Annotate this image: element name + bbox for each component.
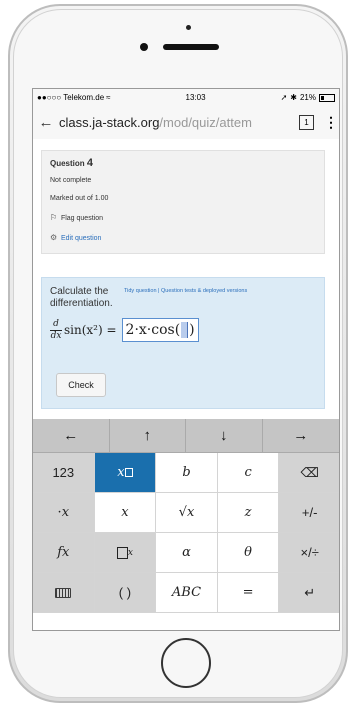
clock: 13:03 (185, 93, 206, 102)
question-label: Question (50, 159, 85, 168)
bluetooth-icon: ✱ (290, 93, 297, 102)
key-b[interactable]: b (156, 453, 218, 493)
url-host: class.ja-stack.org (59, 115, 160, 130)
key-c-label: c (244, 465, 252, 480)
key-functions[interactable]: fx (33, 533, 95, 573)
keyboard-icon[interactable] (33, 573, 95, 613)
front-camera (140, 43, 148, 51)
arrow-up-key[interactable]: ↑ (110, 419, 186, 452)
derivative-fraction: d dx (50, 318, 62, 341)
edit-question-link[interactable]: ⚙ Edit question (50, 233, 316, 242)
answer-close-paren: ) (189, 322, 195, 338)
page-content: Question 4 Not complete Marked out of 1.… (33, 139, 339, 415)
key-sqrt-label: √x (178, 505, 195, 520)
answer-text: 2·x·cos( (125, 322, 181, 338)
arrow-right-key[interactable]: → (263, 419, 340, 452)
text-cursor (181, 322, 189, 338)
proximity-sensor (186, 25, 191, 30)
key-power[interactable]: x (94, 453, 157, 493)
back-arrow-icon[interactable]: ← (33, 114, 59, 131)
key-x[interactable]: x (94, 493, 157, 533)
key-b-label: b (182, 465, 191, 480)
key-theta[interactable]: θ (217, 533, 280, 573)
menu-dots-icon[interactable]: ⋮ (323, 114, 339, 131)
flag-question-link[interactable]: ⚐ Flag question (50, 213, 316, 222)
derivative-denominator: dx (50, 330, 62, 341)
wifi-icon: ≈ (106, 93, 111, 102)
home-button[interactable] (161, 638, 211, 688)
answer-input[interactable]: 2·x·cos() (121, 318, 199, 342)
question-grade: Marked out of 1.00 (50, 195, 109, 202)
address-bar[interactable]: class.ja-stack.org/mod/quiz/attem (59, 115, 293, 130)
key-c[interactable]: c (217, 453, 280, 493)
location-icon: ➚ (280, 93, 288, 102)
key-letters[interactable]: ABC (156, 573, 218, 613)
key-sqrt[interactable]: √x (156, 493, 218, 533)
key-subscript[interactable]: x (94, 533, 157, 573)
derivative-numerator: d (53, 318, 59, 329)
flag-icon: ⚐ (50, 213, 58, 222)
key-z-label: z (244, 505, 252, 520)
question-status: Not complete (50, 177, 92, 184)
key-plus-minus[interactable]: +/- (279, 493, 339, 533)
battery-icon (319, 93, 335, 102)
earpiece-speaker (163, 44, 219, 50)
tidy-question-links[interactable]: Tidy question | Question tests & deploye… (124, 286, 247, 294)
gear-icon: ⚙ (50, 233, 58, 242)
edit-question-label: Edit question (60, 235, 102, 242)
flag-question-label: Flag question (60, 215, 103, 222)
equation: d dx sin(x²) = 2·x·cos() (50, 318, 316, 342)
key-letters-label: ABC (171, 585, 202, 600)
carrier-label: ●●○○○ Telekom.de (37, 93, 105, 102)
browser-toolbar: ← class.ja-stack.org/mod/quiz/attem 1 ⋮ (33, 106, 339, 140)
key-alpha-label: α (182, 545, 191, 560)
enter-icon[interactable]: ↵ (279, 573, 339, 613)
key-z[interactable]: z (217, 493, 280, 533)
url-path: /mod/quiz/attem (159, 115, 252, 130)
tab-switcher-button[interactable]: 1 (299, 115, 314, 130)
backspace-icon[interactable]: ⌫ (279, 453, 339, 493)
question-number: 4 (86, 157, 94, 169)
key-functions-label: fx (57, 545, 70, 560)
key-x-label: x (121, 505, 129, 520)
question-prompt: Calculate the differentiation. (50, 286, 113, 309)
check-button[interactable]: Check (56, 373, 106, 397)
key-times-divide[interactable]: ×/÷ (279, 533, 339, 573)
arrow-down-key[interactable]: ↓ (186, 419, 263, 452)
key-parentheses[interactable]: ( ) (94, 573, 157, 613)
question-formulation: Calculate the differentiation. Tidy ques… (41, 277, 325, 409)
question-title: Question 4 (50, 157, 316, 169)
key-alpha[interactable]: α (156, 533, 218, 573)
arrow-left-key[interactable]: ← (33, 419, 110, 452)
expression-text: sin(x²) = (64, 323, 117, 337)
question-info-panel: Question 4 Not complete Marked out of 1.… (41, 150, 325, 254)
status-bar: ●●○○○ Telekom.de ≈ 13:03 ➚ ✱ 21% (33, 89, 339, 106)
key-theta-label: θ (244, 545, 252, 560)
arrow-key-row: ← ↑ ↓ → (33, 419, 339, 453)
key-grid: 123 x b c ⌫ · x x √x z +/- fx x α θ ×/÷ (… (33, 453, 339, 613)
battery-percent: 21% (299, 93, 316, 102)
key-multiply-x[interactable]: · x (33, 493, 95, 533)
screen: ●●○○○ Telekom.de ≈ 13:03 ➚ ✱ 21% ← class… (32, 88, 340, 631)
key-equals[interactable]: = (217, 573, 280, 613)
math-keyboard: ← ↑ ↓ → 123 x b c ⌫ · x x √x z +/- fx x α… (33, 419, 339, 630)
key-numbers[interactable]: 123 (33, 453, 95, 493)
